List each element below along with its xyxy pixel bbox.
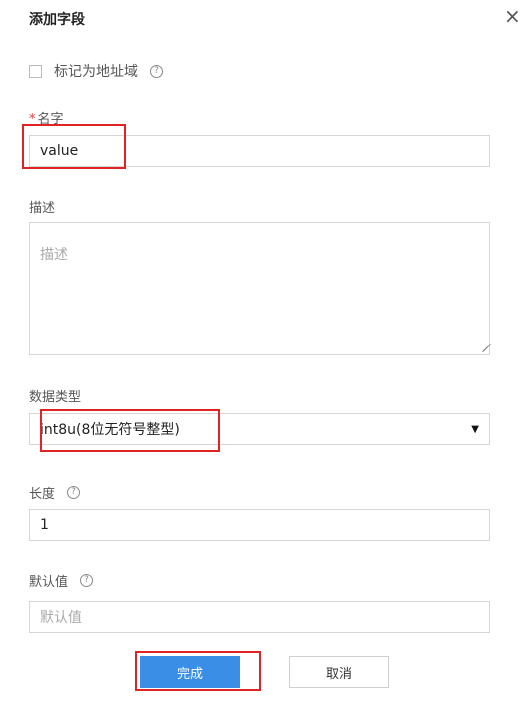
- mark-address-row[interactable]: 标记为地址域 ?: [29, 62, 163, 80]
- required-mark: *: [29, 112, 36, 127]
- default-value-input[interactable]: 默认值: [29, 601, 490, 633]
- add-field-dialog: 添加字段 × 标记为地址域 ? * 名字 value 描述 描述 数据类型 int…: [0, 0, 532, 701]
- description-placeholder: 描述: [40, 247, 68, 263]
- help-icon[interactable]: ?: [67, 486, 81, 499]
- dropdown-arrow-icon: ▼: [471, 424, 479, 435]
- name-label: * 名字: [29, 108, 64, 127]
- dialog-title: 添加字段: [29, 12, 85, 28]
- description-label: 描述: [29, 201, 56, 216]
- data-type-selected: int8u(8位无符号整型): [40, 422, 180, 438]
- close-icon[interactable]: ×: [504, 6, 521, 26]
- name-input[interactable]: value: [29, 135, 490, 167]
- confirm-button[interactable]: 完成: [140, 656, 240, 688]
- length-input[interactable]: 1: [29, 509, 490, 541]
- description-textarea[interactable]: 描述: [29, 222, 491, 355]
- cancel-button[interactable]: 取消: [289, 656, 389, 688]
- data-type-select[interactable]: int8u(8位无符号整型) ▼: [29, 413, 490, 445]
- default-value-label-row: 默认值 ?: [29, 571, 94, 590]
- default-value-label: 默认值: [29, 575, 69, 590]
- name-label-text: 名字: [37, 112, 64, 127]
- help-icon[interactable]: ?: [150, 64, 163, 78]
- help-icon[interactable]: ?: [80, 574, 94, 587]
- length-label: 长度: [29, 487, 56, 502]
- length-label-row: 长度 ?: [29, 483, 81, 502]
- mark-address-label: 标记为地址域: [54, 64, 138, 80]
- mark-address-checkbox[interactable]: [29, 64, 42, 78]
- data-type-label: 数据类型: [29, 390, 82, 405]
